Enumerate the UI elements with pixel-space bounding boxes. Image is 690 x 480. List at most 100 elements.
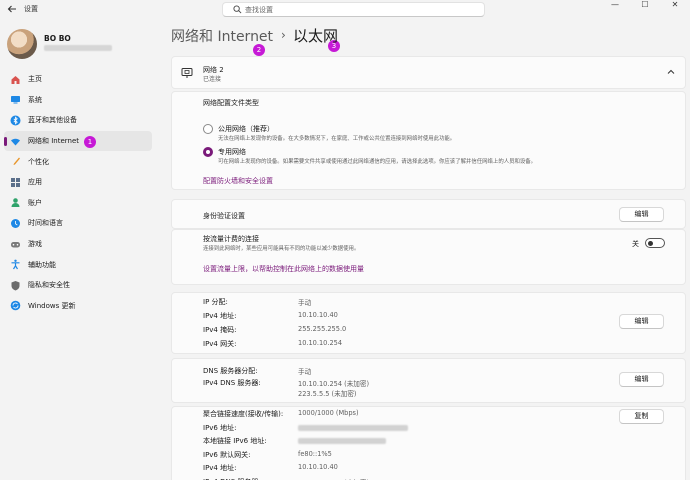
- ip-row-value: 10.10.10.40: [298, 311, 338, 319]
- search-input[interactable]: [245, 4, 475, 15]
- search-box[interactable]: [222, 2, 485, 17]
- property-row-label: IPv4 地址:: [203, 464, 237, 472]
- back-arrow-icon[interactable]: [6, 3, 18, 15]
- data-limit-link[interactable]: 设置流量上限，以帮助控制在此网络上的数据使用量: [203, 264, 364, 274]
- breadcrumb-separator: ›: [281, 28, 286, 42]
- sidebar-item-label: 网络和 Internet: [28, 137, 80, 146]
- sidebar-item-label: 时间和语言: [28, 219, 63, 228]
- ip-row-label: IP 分配:: [203, 298, 228, 306]
- property-row-value: 10.10.10.254 (未加密): [298, 477, 369, 480]
- user-name: BO BO: [44, 34, 71, 43]
- dns-edit-button[interactable]: 编辑: [619, 372, 664, 387]
- sidebar-item-label: 辅助功能: [28, 260, 56, 269]
- sidebar-item[interactable]: 主页: [4, 69, 152, 90]
- page-title: 以太网: [293, 27, 339, 45]
- property-row-label: 本地链接 IPv6 地址:: [203, 437, 267, 445]
- ethernet-icon: [181, 68, 193, 78]
- redacted-value: [298, 438, 386, 444]
- home-icon: [11, 75, 20, 84]
- ip-row-label: IPv4 掩码:: [203, 326, 237, 334]
- breadcrumb-parent[interactable]: 网络和 Internet: [171, 26, 273, 46]
- ip-row-value: 10.10.10.254: [298, 339, 343, 347]
- sidebar-item[interactable]: 个性化: [4, 151, 152, 172]
- search-icon: [233, 5, 242, 14]
- metered-toggle-state: 关: [632, 240, 639, 248]
- ip-row-value: 手动: [298, 299, 312, 307]
- dns-server-value: 10.10.10.254 (未加密): [298, 380, 370, 388]
- app-title: 设置: [24, 5, 38, 13]
- property-row-label: IPv4 DNS 服务器:: [203, 477, 261, 480]
- sidebar-item-label: 系统: [28, 95, 42, 104]
- properties-card: 复制 聚合链接速度(接收/传输): 1000/1000 (Mbps) IPv6 地址…: [171, 406, 686, 480]
- sidebar-item-label: 游戏: [28, 240, 42, 249]
- auth-edit-button[interactable]: 编辑: [619, 207, 664, 222]
- private-network-radio[interactable]: [203, 147, 213, 157]
- apps-icon: [11, 177, 20, 187]
- metered-label: 按流量计费的连接: [203, 235, 259, 243]
- accessibility-icon: [11, 259, 20, 270]
- public-network-desc: 无法在网络上发现你的设备。在大多数情况下，在家庭、工作或公共位置连接到网络时使用…: [218, 136, 456, 142]
- network-header[interactable]: 网络 2 已连接: [171, 56, 686, 89]
- private-network-desc: 可在网络上发现你的设备。如果需要文件共享或使用通过此网络通信的应用，请选择此选项…: [218, 159, 537, 165]
- private-network-label: 专用网络: [218, 148, 246, 156]
- property-row-label: IPv6 地址:: [203, 423, 237, 432]
- metered-connection-card: 按流量计费的连接 连接到此网络时，某些应用可能具有不同的功能以减少数据使用。 关…: [171, 229, 686, 285]
- sidebar-item[interactable]: 账户: [4, 193, 152, 214]
- ip-edit-button[interactable]: 编辑: [619, 314, 664, 329]
- user-email-redacted: [44, 45, 112, 51]
- ip-row-value: 255.255.255.0: [298, 325, 347, 333]
- sidebar-item[interactable]: 游戏: [4, 234, 152, 255]
- dns-settings-card: DNS 服务器分配: 手动 IPv4 DNS 服务器: 10.10.10.254…: [171, 358, 686, 403]
- chevron-up-icon[interactable]: [666, 67, 676, 77]
- sidebar-item-label: 个性化: [28, 157, 49, 166]
- ip-row-label: IPv4 地址:: [203, 312, 237, 320]
- property-row-label: IPv6 默认网关:: [203, 450, 251, 459]
- system-icon: [11, 96, 20, 104]
- sidebar-item-label: 蓝牙和其他设备: [28, 116, 77, 125]
- update-icon: [10, 301, 21, 311]
- sidebar-item[interactable]: Windows 更新: [4, 296, 152, 317]
- shield-icon: [11, 280, 20, 291]
- public-network-label: 公用网络（推荐）: [218, 125, 274, 133]
- sidebar-item[interactable]: 辅助功能: [4, 254, 152, 275]
- redacted-value: [298, 424, 408, 431]
- sidebar-item[interactable]: 蓝牙和其他设备: [4, 110, 152, 131]
- dns-server-value-2: 223.5.5.5 (未加密): [298, 390, 357, 398]
- network-profile-card: 网络配置文件类型 公用网络（推荐） 无法在网络上发现你的设备。在大多数情况下，在…: [171, 91, 686, 190]
- sidebar-item[interactable]: 隐私和安全性: [4, 275, 152, 296]
- minimize-button[interactable]: —: [600, 0, 630, 12]
- sidebar-item-label: Windows 更新: [28, 301, 76, 310]
- annotation-marker: 1: [84, 136, 96, 148]
- dns-server-label: IPv4 DNS 服务器:: [203, 379, 261, 387]
- property-row-value: 1000/1000 (Mbps): [298, 409, 359, 417]
- metered-toggle[interactable]: [645, 238, 665, 248]
- property-row-value: 10.10.10.40: [298, 463, 338, 471]
- window-controls: — ☐ ✕: [600, 0, 690, 12]
- dns-assign-value: 手动: [298, 368, 312, 376]
- maximize-button[interactable]: ☐: [630, 0, 660, 12]
- sidebar-item[interactable]: 网络和 Internet: [4, 130, 152, 152]
- account-icon: [11, 198, 20, 208]
- title-bar: 设置 — ☐ ✕: [0, 0, 690, 18]
- firewall-settings-link[interactable]: 配置防火墙和安全设置: [203, 176, 273, 186]
- gamepad-icon: [11, 241, 20, 248]
- property-row-label: 聚合链接速度(接收/传输):: [203, 410, 284, 418]
- copy-button[interactable]: 复制: [619, 409, 664, 424]
- auth-settings-row: 身份验证设置 编辑: [171, 199, 686, 229]
- avatar[interactable]: [7, 29, 37, 59]
- sidebar-item[interactable]: 时间和语言: [4, 213, 152, 234]
- network-icon: [11, 138, 20, 146]
- bluetooth-icon: [10, 115, 21, 126]
- close-button[interactable]: ✕: [660, 0, 690, 12]
- profile-type-label: 网络配置文件类型: [203, 99, 259, 107]
- clock-globe-icon: [11, 218, 20, 228]
- public-network-radio[interactable]: [203, 124, 213, 134]
- sidebar-item-label: 应用: [28, 178, 42, 187]
- sidebar-item-label: 账户: [28, 198, 42, 207]
- brush-icon: [13, 157, 20, 166]
- auth-settings-label: 身份验证设置: [203, 212, 245, 220]
- sidebar-item[interactable]: 系统: [4, 90, 152, 111]
- ip-row-label: IPv4 网关:: [203, 340, 237, 348]
- toggle-knob: [648, 240, 653, 246]
- sidebar-item[interactable]: 应用: [4, 172, 152, 193]
